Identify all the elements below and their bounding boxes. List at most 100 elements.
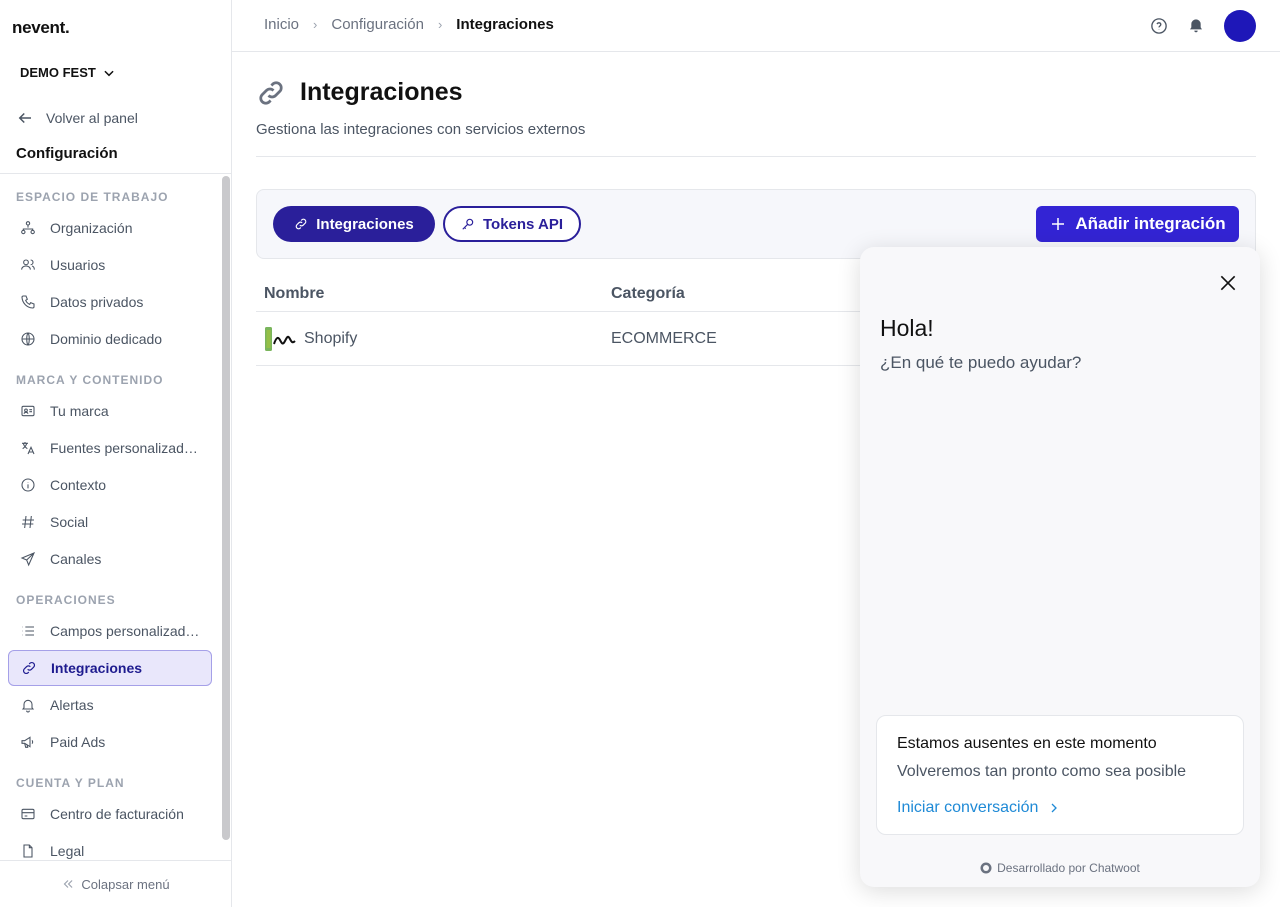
sidebar-item-label: Paid Ads [50,734,106,750]
page-subtitle: Gestiona las integraciones con servicios… [256,121,586,138]
page-header: Integraciones Gestiona las integraciones… [256,76,1256,157]
app-logo[interactable]: nevent. [12,18,70,38]
document-icon [23,844,33,858]
chevron-right-icon: › [437,17,443,32]
sidebar-item-social[interactable]: Social [8,504,212,540]
chevron-right-icon: › [313,17,318,32]
plus-icon [1052,218,1065,230]
collapse-label: Colapsar menú [81,876,170,892]
sidebar-item-contexto[interactable]: Contexto [8,467,212,503]
chatwoot-logo-icon [980,862,992,874]
sidebar-item-label: Centro de facturación [50,806,184,822]
close-icon[interactable] [1218,273,1238,293]
globe-icon [21,332,35,346]
hashtag-icon [22,515,34,529]
bell-icon [21,699,35,713]
add-integration-label: Añadir integración [1075,214,1226,233]
breadcrumb-configuracion[interactable]: Configuración [331,16,424,33]
sidebar-item-label: Canales [50,551,102,567]
chat-greeting: Hola! [880,315,934,341]
back-label: Volver al panel [46,110,138,126]
sidebar-item-fuentes[interactable]: Fuentes personalizad… [8,430,212,466]
chevron-right-icon [1051,803,1058,813]
id-card-icon [21,405,35,417]
translate-icon [22,442,35,455]
sidebar-item-label: Usuarios [50,257,106,273]
group-label-operaciones: OPERACIONES [16,593,116,607]
sidebar-nav: ESPACIO DE TRABAJO Organización Usuarios… [8,174,214,860]
user-avatar[interactable] [1224,10,1256,42]
sidebar-item-organizacion[interactable]: Organización [8,210,212,246]
sidebar-item-integraciones[interactable]: Integraciones [8,650,212,686]
sidebar-item-legal[interactable]: Legal [8,833,212,860]
chat-footer: Desarrollado por Chatwoot [860,861,1260,875]
breadcrumb-current: Integraciones [456,16,554,33]
cell-category: ECOMMERCE [611,330,717,347]
list-icon [22,626,34,636]
sidebar-item-paid-ads[interactable]: Paid Ads [8,724,212,760]
sidebar-item-usuarios[interactable]: Usuarios [8,247,212,283]
start-conversation-label: Iniciar conversación [897,799,1039,816]
chat-status-subtitle: Volveremos tan pronto como sea posible [897,763,1187,780]
tab-integraciones[interactable]: Integraciones [273,206,435,242]
start-conversation-link[interactable]: Iniciar conversación [897,799,1060,817]
sidebar-item-datos-privados[interactable]: Datos privados [8,284,212,320]
top-actions [1150,10,1256,42]
sidebar-item-label: Campos personalizad… [50,623,200,639]
column-header-nombre[interactable]: Nombre [264,285,324,303]
chevron-down-icon [104,70,114,76]
sidebar-scrollbar[interactable] [222,176,230,840]
org-selector[interactable]: DEMO FEST [20,65,116,80]
arrow-left-icon [18,112,31,124]
back-to-panel-link[interactable]: Volver al panel [16,109,138,127]
sidebar-item-tu-marca[interactable]: Tu marca [8,393,212,429]
sidebar-item-label: Datos privados [50,294,144,310]
sidebar-item-label: Dominio dedicado [50,331,163,347]
sidebar-item-alertas[interactable]: Alertas [8,687,212,723]
sidebar-item-campos[interactable]: Campos personalizad… [8,613,212,649]
sidebar-section-title: Configuración [16,145,118,162]
sidebar: nevent. DEMO FEST Volver al panel Config… [0,0,232,907]
credit-card-icon [21,808,35,820]
megaphone-icon [21,736,34,748]
breadcrumb: Inicio › Configuración › Integraciones [264,16,554,33]
sidebar-item-label: Legal [50,843,85,859]
key-icon [462,218,474,230]
group-label-espacio: ESPACIO DE TRABAJO [16,190,169,204]
help-icon[interactable] [1150,17,1168,35]
tab-tokens-api[interactable]: Tokens API [443,206,581,242]
group-label-marca: MARCA Y CONTENIDO [16,373,164,387]
tab-label: Tokens API [482,215,564,233]
sidebar-item-label: Tu marca [50,403,109,419]
group-label-cuenta: CUENTA Y PLAN [16,776,125,790]
chat-status-title: Estamos ausentes en este momento [897,735,1157,752]
chat-status-card: Estamos ausentes en este momento Volvere… [876,715,1244,835]
top-bar: Inicio › Configuración › Integraciones [232,0,1280,52]
sidebar-item-label: Alertas [50,697,94,713]
chat-footer-label[interactable]: Desarrollado por Chatwoot [997,861,1140,875]
collapse-menu-button[interactable]: Colapsar menú [0,860,231,907]
users-icon [21,259,35,270]
sidebar-item-label: Organización [50,220,133,236]
sidebar-item-label: Contexto [50,477,107,493]
sidebar-item-label: Fuentes personalizad… [50,440,198,456]
column-header-categoria[interactable]: Categoría [611,285,685,303]
phone-icon [21,295,35,309]
sidebar-item-facturacion[interactable]: Centro de facturación [8,796,212,832]
link-icon [259,81,283,105]
sidebar-item-dominio[interactable]: Dominio dedicado [8,321,212,357]
breadcrumb-inicio[interactable]: Inicio [264,16,299,33]
sidebar-item-canales[interactable]: Canales [8,541,212,577]
link-icon [22,661,36,675]
link-icon [295,218,307,230]
cell-name: Shopify [304,330,358,347]
chat-widget: Hola! ¿En qué te puedo ayudar? Estamos a… [860,247,1260,887]
org-chart-icon [21,221,35,235]
add-integration-button[interactable]: Añadir integración [1036,206,1239,242]
chevrons-left-icon [64,880,73,888]
notifications-bell-icon[interactable] [1188,18,1204,34]
tab-label: Integraciones [316,215,414,233]
sidebar-item-label: Integraciones [51,660,143,676]
org-name: DEMO FEST [20,65,96,80]
send-icon [20,551,36,567]
